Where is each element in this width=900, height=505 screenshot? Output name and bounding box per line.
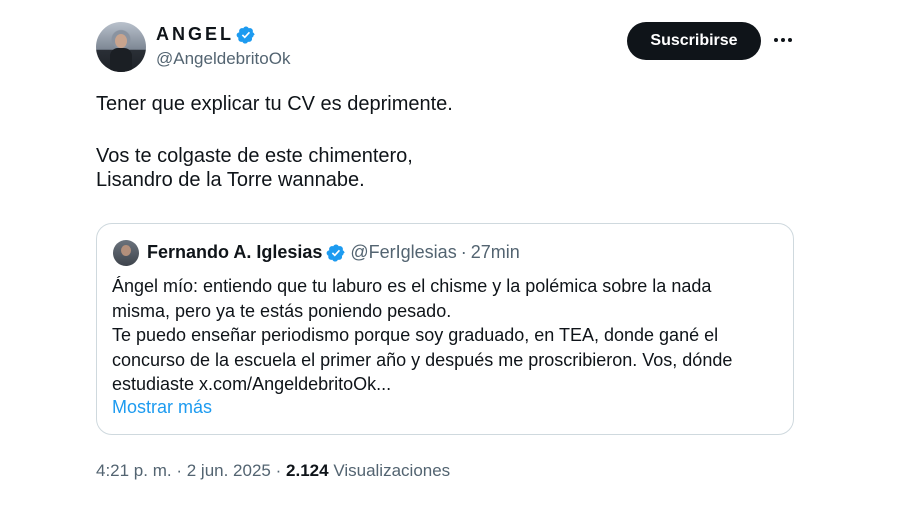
quoted-author-avatar xyxy=(113,240,139,266)
quoted-tweet-header: Fernando A. Iglesias @FerIglesias · 27mi… xyxy=(147,242,520,263)
quoted-line: estudiaste x.com/AngeldebritoOk... xyxy=(112,374,392,394)
tweet-date[interactable]: 2 jun. 2025 xyxy=(187,461,271,480)
dot xyxy=(788,38,792,42)
tweet-line: Vos te colgaste de este chimentero, xyxy=(96,145,413,167)
author-name-row[interactable]: ANGEL xyxy=(156,24,256,45)
quoted-line: concurso de la escuela el primer año y d… xyxy=(112,349,733,370)
avatar-body xyxy=(110,48,132,72)
quoted-line: misma, pero ya te estás poniendo pesado. xyxy=(112,300,452,321)
author-avatar[interactable] xyxy=(96,22,146,72)
quoted-tweet[interactable]: Fernando A. Iglesias @FerIglesias · 27mi… xyxy=(96,223,794,435)
verified-badge-icon xyxy=(327,243,345,262)
quoted-tweet-body: Ángel mío: entiendo que tu laburo es el … xyxy=(112,274,782,397)
more-options-icon[interactable] xyxy=(771,30,795,50)
avatar-head xyxy=(115,34,127,48)
separator-dot: · xyxy=(275,461,282,480)
dot xyxy=(774,38,778,42)
quoted-line: Te puedo enseñar periodismo porque soy g… xyxy=(112,325,719,345)
tweet-line: Lisandro de la Torre wannabe. xyxy=(96,169,365,191)
subscribe-button[interactable]: Suscribirse xyxy=(627,22,761,60)
author-handle[interactable]: @AngeldebritoOk xyxy=(156,49,290,69)
tweet-text: Tener que explicar tu CV es deprimente. … xyxy=(96,92,796,192)
separator-dot: · xyxy=(176,461,183,480)
author-name[interactable]: ANGEL xyxy=(156,24,234,45)
quoted-tweet-time: 27min xyxy=(470,242,520,262)
quoted-author-name: Fernando A. Iglesias xyxy=(147,242,323,262)
verified-badge-icon xyxy=(236,25,255,44)
separator-dot: · xyxy=(460,242,467,262)
show-more-link[interactable]: Mostrar más xyxy=(112,397,212,418)
tweet-time[interactable]: 4:21 p. m. xyxy=(96,461,172,480)
tweet-line: Tener que explicar tu CV es deprimente. xyxy=(96,93,453,115)
avatar-head xyxy=(121,245,131,256)
views-label[interactable]: Visualizaciones xyxy=(333,461,450,480)
tweet-meta: 4:21 p. m. · 2 jun. 2025 · 2.124 Visuali… xyxy=(96,461,450,481)
views-count[interactable]: 2.124 xyxy=(286,461,329,480)
quoted-line: Ángel mío: entiendo que tu laburo es el … xyxy=(112,276,712,296)
quoted-author-handle: @FerIglesias xyxy=(350,242,457,262)
dot xyxy=(781,38,785,42)
